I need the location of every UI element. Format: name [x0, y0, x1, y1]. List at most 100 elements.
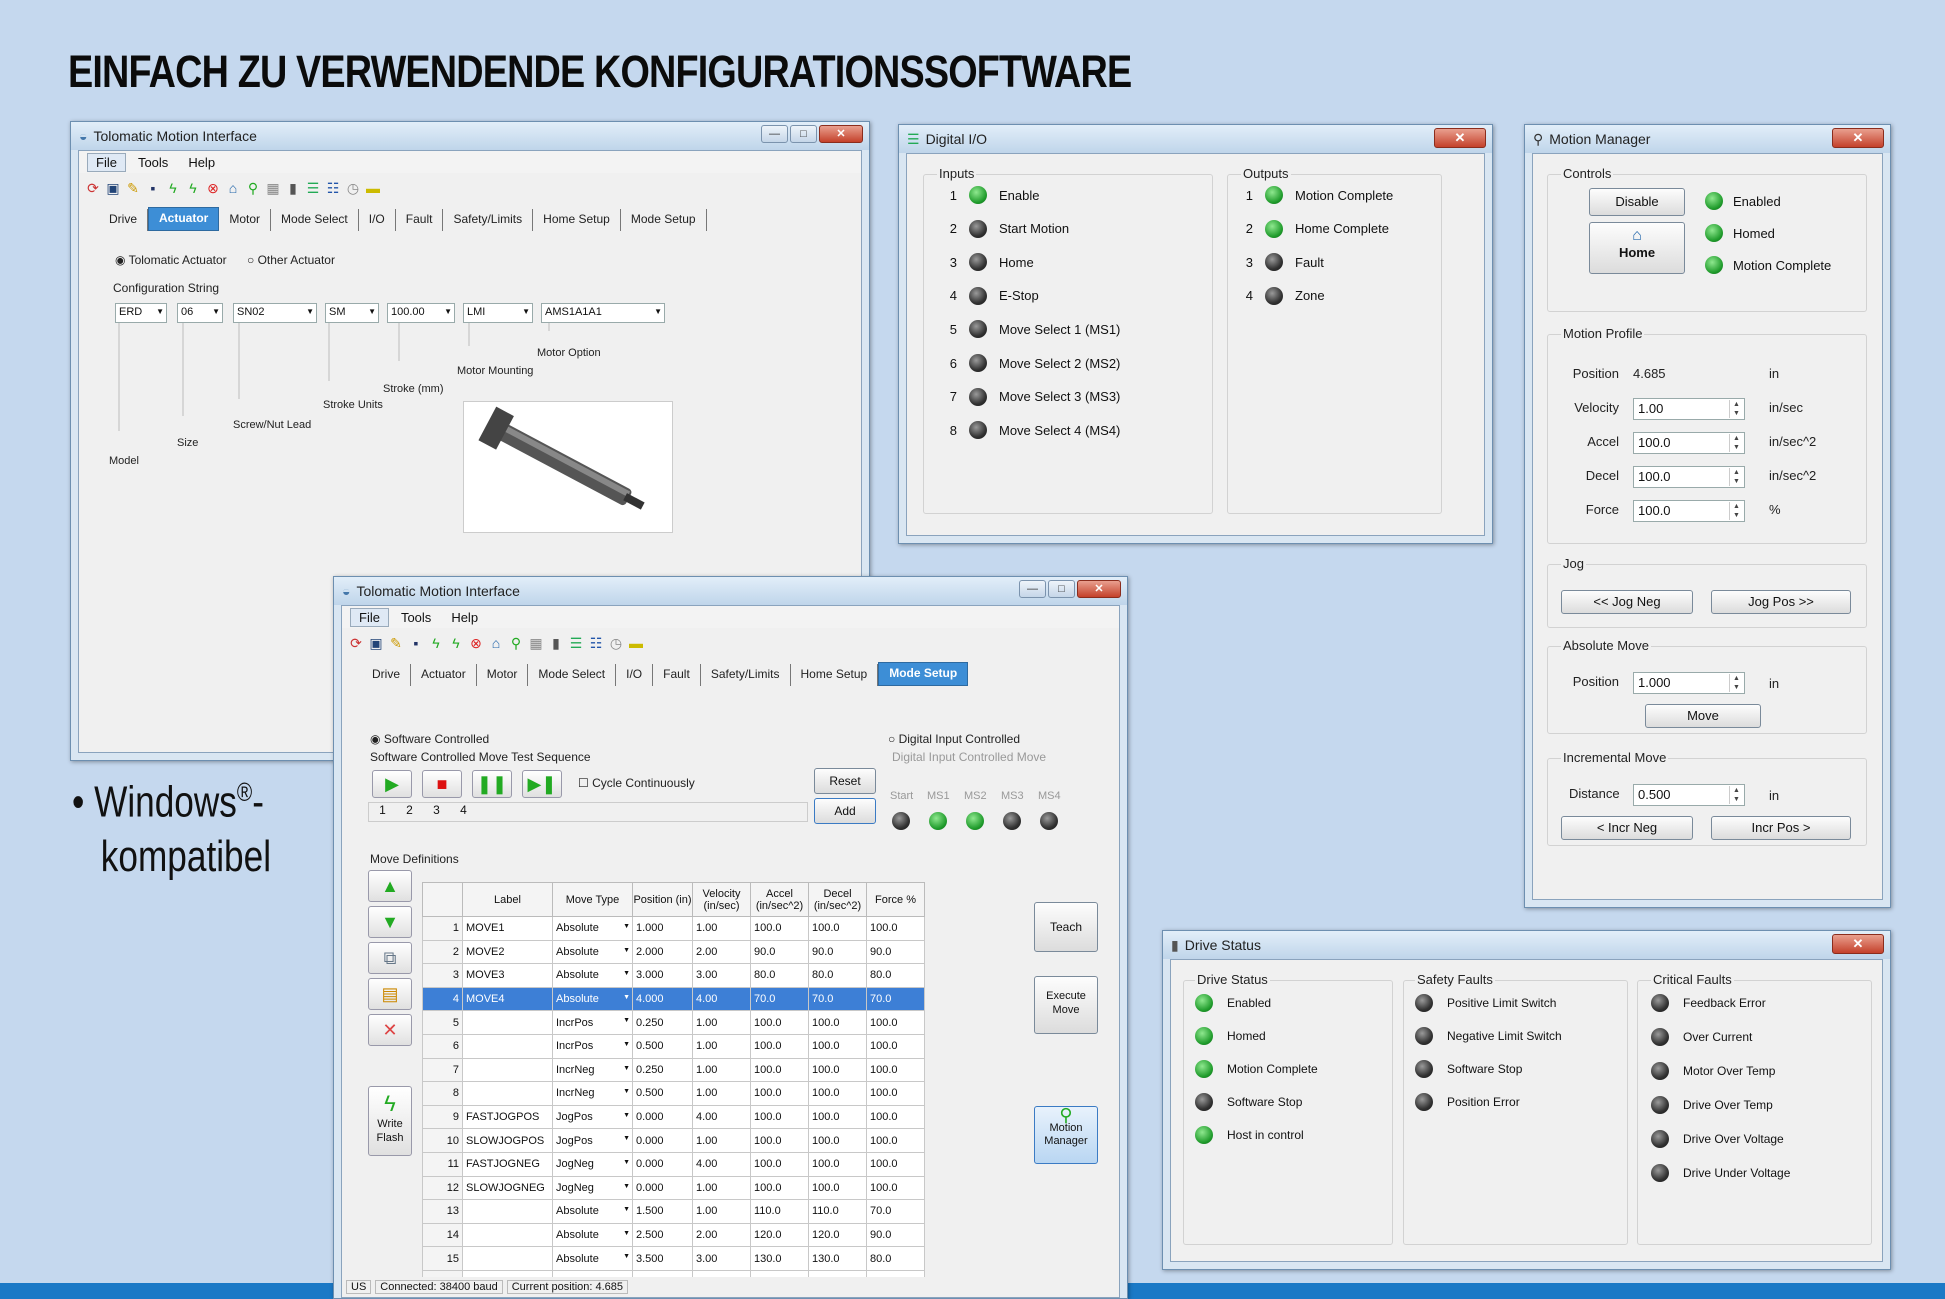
- table-cell[interactable]: 100.0: [808, 916, 867, 941]
- connect-icon[interactable]: ⟳: [85, 180, 101, 196]
- scope-icon[interactable]: ◷: [608, 635, 624, 651]
- flash-icon[interactable]: ▮: [285, 180, 301, 196]
- table-cell[interactable]: 90.0: [866, 939, 925, 965]
- cycle-checkbox[interactable]: ☐ Cycle Continuously: [578, 776, 695, 790]
- table-cell[interactable]: 130.0: [808, 1246, 867, 1271]
- save-icon[interactable]: ▪: [408, 635, 424, 651]
- table-cell[interactable]: 100.0: [808, 1010, 867, 1035]
- motion-manager-icon[interactable]: ⚲: [245, 180, 261, 196]
- model-combo[interactable]: ERD: [115, 303, 167, 323]
- table-cell[interactable]: 100.0: [750, 1033, 809, 1059]
- table-cell[interactable]: 100.0: [866, 916, 925, 941]
- close-button[interactable]: ✕: [1832, 128, 1884, 148]
- incr-neg-button[interactable]: < Incr Neg: [1561, 816, 1693, 840]
- table-cell[interactable]: 100.0: [750, 1175, 809, 1201]
- table-cell[interactable]: 1.00: [692, 1199, 751, 1224]
- home-button[interactable]: ⌂ Home: [1589, 222, 1685, 274]
- table-cell[interactable]: 0.250: [632, 1010, 693, 1035]
- param-input[interactable]: 1.00 ▲ ▼: [1633, 398, 1745, 420]
- table-cell[interactable]: 0.500: [632, 1081, 693, 1106]
- table-cell[interactable]: 2.00: [692, 939, 751, 965]
- table-row[interactable]: 6IncrPos0.5001.00100.0100.0100.0: [422, 1033, 925, 1059]
- tab-actuator[interactable]: Actuator: [148, 207, 220, 231]
- tab-mode-setup[interactable]: Mode Setup: [878, 662, 969, 686]
- move-up-icon[interactable]: ▲: [368, 870, 412, 902]
- table-cell[interactable]: 70.0: [750, 986, 809, 1012]
- move-type-combo[interactable]: Absolute: [552, 1199, 633, 1224]
- table-cell[interactable]: 4.00: [692, 1151, 751, 1177]
- title-bar[interactable]: ◒ Tolomatic Motion Interface — □ ✕: [334, 577, 1127, 605]
- spin-arrows-icon[interactable]: ▲ ▼: [1729, 400, 1743, 418]
- table-cell[interactable]: 100.0: [866, 1057, 925, 1083]
- enable-icon[interactable]: ϟ: [428, 635, 444, 651]
- table-cell[interactable]: 100.0: [866, 1104, 925, 1130]
- table-cell[interactable]: 130.0: [750, 1246, 809, 1271]
- tab-motor[interactable]: Motor: [219, 209, 272, 231]
- pause-icon[interactable]: ❚❚: [472, 770, 512, 798]
- tab-home-setup[interactable]: Home Setup: [533, 209, 621, 231]
- title-bar[interactable]: ◒ Tolomatic Motion Interface — □ ✕: [71, 122, 869, 150]
- stop-icon[interactable]: ⊗: [468, 635, 484, 651]
- table-cell[interactable]: [462, 1199, 553, 1224]
- table-cell[interactable]: 1.000: [632, 916, 693, 941]
- tab-safety-limits[interactable]: Safety/Limits: [701, 664, 791, 686]
- table-cell[interactable]: 70.0: [808, 986, 867, 1012]
- move-type-combo[interactable]: Absolute: [552, 986, 633, 1012]
- param-input[interactable]: 100.0 ▲ ▼: [1633, 500, 1745, 522]
- spin-arrows-icon[interactable]: ▲ ▼: [1729, 434, 1743, 452]
- table-cell[interactable]: [462, 1010, 553, 1035]
- column-header[interactable]: Velocity (in/sec): [692, 882, 751, 917]
- table-row[interactable]: 15Absolute3.5003.00130.0130.080.0: [422, 1246, 925, 1271]
- spin-arrows-icon[interactable]: ▲ ▼: [1729, 786, 1743, 804]
- column-header[interactable]: Accel (in/sec^2): [750, 882, 809, 917]
- disable-button[interactable]: Disable: [1589, 188, 1685, 216]
- io-icon[interactable]: ☰: [305, 180, 321, 196]
- disable-icon[interactable]: ϟ: [448, 635, 464, 651]
- menu-file[interactable]: File: [350, 607, 389, 627]
- table-cell[interactable]: 4.00: [692, 986, 751, 1012]
- tab-motor[interactable]: Motor: [477, 664, 529, 686]
- table-cell[interactable]: 1.00: [692, 1128, 751, 1153]
- grid-icon[interactable]: ▦: [528, 635, 544, 651]
- menu-file[interactable]: File: [87, 152, 126, 172]
- table-cell[interactable]: SLOWJOGNEG: [462, 1175, 553, 1201]
- execute-move-button[interactable]: Execute Move: [1034, 976, 1098, 1034]
- close-button[interactable]: ✕: [1077, 580, 1121, 598]
- table-cell[interactable]: 4.00: [692, 1104, 751, 1130]
- table-row[interactable]: 8IncrNeg0.5001.00100.0100.0100.0: [422, 1081, 925, 1106]
- table-cell[interactable]: [462, 1057, 553, 1083]
- menu-help[interactable]: Help: [180, 154, 223, 171]
- option-combo[interactable]: AMS1A1A1: [541, 303, 665, 323]
- table-row[interactable]: 4MOVE4Absolute4.0004.0070.070.070.0: [422, 986, 925, 1012]
- maximize-button[interactable]: □: [1048, 580, 1075, 598]
- table-cell[interactable]: [462, 1222, 553, 1248]
- table-cell[interactable]: 70.0: [866, 1199, 925, 1224]
- jog-pos-button[interactable]: Jog Pos >>: [1711, 590, 1851, 614]
- table-cell[interactable]: 90.0: [750, 939, 809, 965]
- column-header[interactable]: Force %: [866, 882, 925, 917]
- tab-safety-limits[interactable]: Safety/Limits: [443, 209, 534, 231]
- home-icon[interactable]: ⌂: [225, 180, 241, 196]
- table-cell[interactable]: SLOWJOGPOS: [462, 1128, 553, 1153]
- enable-icon[interactable]: ϟ: [165, 180, 181, 196]
- distance-input[interactable]: 0.500 ▲ ▼: [1633, 784, 1745, 806]
- table-cell[interactable]: 100.0: [750, 1010, 809, 1035]
- column-header[interactable]: Position (in): [632, 882, 693, 917]
- stop-icon[interactable]: ⊗: [205, 180, 221, 196]
- screw-combo[interactable]: SN02: [233, 303, 317, 323]
- move-type-combo[interactable]: Absolute: [552, 1246, 633, 1271]
- table-cell[interactable]: MOVE3: [462, 963, 553, 988]
- table-cell[interactable]: 100.0: [808, 1033, 867, 1059]
- table-cell[interactable]: 90.0: [866, 1222, 925, 1248]
- table-cell[interactable]: 2.000: [632, 939, 693, 965]
- spin-arrows-icon[interactable]: ▲ ▼: [1729, 502, 1743, 520]
- table-cell[interactable]: 120.0: [808, 1222, 867, 1248]
- table-cell[interactable]: 1.00: [692, 1010, 751, 1035]
- table-cell[interactable]: 70.0: [866, 986, 925, 1012]
- close-button[interactable]: ✕: [819, 125, 863, 143]
- maximize-button[interactable]: □: [790, 125, 817, 143]
- ruler-icon[interactable]: ▬: [628, 635, 644, 651]
- table-cell[interactable]: 100.0: [750, 1057, 809, 1083]
- table-row[interactable]: 7IncrNeg0.2501.00100.0100.0100.0: [422, 1057, 925, 1083]
- table-cell[interactable]: 100.0: [866, 1010, 925, 1035]
